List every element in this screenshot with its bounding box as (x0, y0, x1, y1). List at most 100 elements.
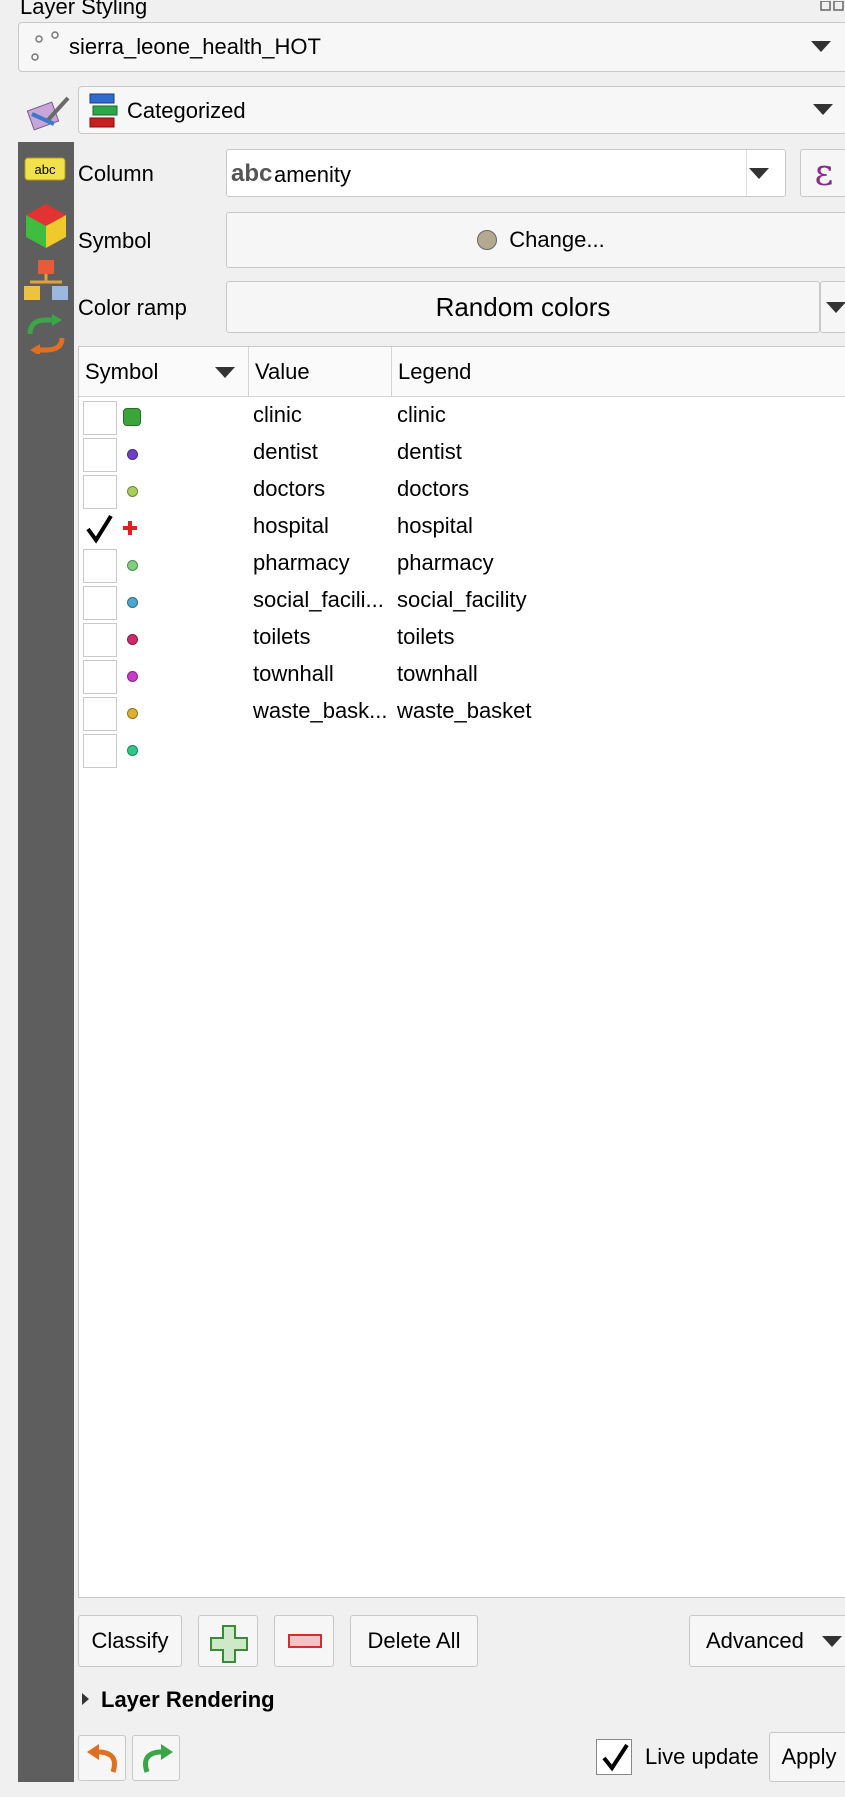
point-layer-icon (31, 31, 59, 61)
table-row[interactable]: hospital hospital (79, 510, 845, 547)
live-update-checkbox[interactable] (596, 1739, 632, 1775)
labels-tab-icon[interactable]: abc (24, 156, 68, 184)
category-value[interactable]: clinic (253, 402, 302, 428)
layer-rendering-group[interactable]: Layer Rendering (101, 1687, 275, 1713)
advanced-button[interactable]: Advanced (689, 1615, 845, 1667)
table-row[interactable]: social_facili... social_facility (79, 584, 845, 621)
chevron-down-icon[interactable] (749, 168, 769, 179)
header-symbol[interactable]: Symbol (79, 347, 249, 397)
undo-button[interactable] (78, 1735, 126, 1781)
apply-button[interactable]: Apply (769, 1732, 845, 1782)
style-sidebar: abc (18, 142, 74, 1782)
remove-category-button[interactable] (274, 1615, 334, 1667)
expand-triangle-icon[interactable] (82, 1693, 89, 1705)
category-legend[interactable]: doctors (397, 476, 469, 502)
3d-view-tab-icon[interactable] (24, 202, 68, 250)
symbol-change-label: Change... (509, 227, 605, 252)
chevron-down-icon[interactable] (813, 104, 833, 115)
category-legend[interactable]: hospital (397, 513, 473, 539)
table-row[interactable]: waste_bask... waste_basket (79, 695, 845, 732)
table-row[interactable]: toilets toilets (79, 621, 845, 658)
row-checkbox[interactable] (83, 475, 117, 509)
advanced-label: Advanced (706, 1628, 804, 1653)
symbol-dot-icon (127, 708, 138, 719)
float-close-icon[interactable] (819, 0, 845, 13)
classify-button[interactable]: Classify (78, 1615, 182, 1667)
category-value[interactable]: toilets (253, 624, 310, 650)
symbol-label: Symbol (78, 228, 152, 253)
table-row[interactable]: dentist dentist (79, 436, 845, 473)
category-value[interactable]: townhall (253, 661, 334, 687)
plus-icon (210, 1625, 248, 1663)
row-checkbox[interactable] (83, 623, 117, 657)
apply-label: Apply (781, 1744, 837, 1769)
row-checkbox[interactable] (83, 549, 117, 583)
row-checkbox[interactable] (83, 401, 117, 435)
column-select[interactable]: abc amenity (226, 149, 786, 197)
minus-icon (288, 1634, 322, 1648)
color-ramp-button[interactable]: Random colors (226, 281, 820, 333)
symbol-dot-icon (127, 634, 138, 645)
classify-label: Classify (91, 1628, 169, 1653)
live-update-label: Live update (645, 1744, 759, 1769)
symbol-preview-icon (477, 230, 498, 250)
symbol-dot-icon (127, 745, 138, 756)
row-checkbox[interactable] (83, 586, 117, 620)
category-value[interactable]: pharmacy (253, 550, 350, 576)
category-value[interactable]: hospital (253, 513, 329, 539)
dock-buttons[interactable] (819, 0, 845, 12)
history-tab-icon[interactable] (24, 314, 68, 354)
category-legend[interactable]: toilets (397, 624, 454, 650)
sort-indicator-icon (215, 367, 235, 378)
row-checkbox[interactable] (83, 512, 117, 546)
row-checkbox[interactable] (83, 734, 117, 768)
table-row[interactable]: clinic clinic (79, 399, 845, 436)
category-legend[interactable]: dentist (397, 439, 462, 465)
category-legend[interactable]: waste_basket (397, 698, 532, 724)
category-legend[interactable]: clinic (397, 402, 446, 428)
layer-select[interactable]: sierra_leone_health_HOT (18, 22, 845, 72)
category-legend[interactable]: townhall (397, 661, 478, 687)
panel-title: Layer Styling (20, 0, 148, 19)
categorized-renderer-icon (89, 93, 118, 128)
row-checkbox[interactable] (83, 697, 117, 731)
header-value[interactable]: Value (249, 347, 392, 397)
table-row[interactable]: pharmacy pharmacy (79, 547, 845, 584)
checkmark-icon (602, 1743, 629, 1772)
expression-button[interactable]: ε (800, 149, 845, 197)
column-select-value: amenity (274, 162, 352, 187)
color-ramp-dropdown[interactable] (820, 281, 845, 333)
table-row[interactable] (79, 732, 845, 769)
delete-all-label: Delete All (367, 1628, 461, 1653)
category-value[interactable]: waste_bask... (253, 698, 388, 724)
epsilon-icon: ε (814, 152, 834, 194)
delete-all-button[interactable]: Delete All (350, 1615, 478, 1667)
table-row[interactable]: doctors doctors (79, 473, 845, 510)
renderer-select-value: Categorized (127, 98, 246, 123)
category-legend[interactable]: pharmacy (397, 550, 494, 576)
symbol-change-button[interactable]: Change... (226, 212, 845, 268)
color-ramp-value: Random colors (435, 291, 611, 322)
add-category-button[interactable] (198, 1615, 258, 1667)
symbol-square-icon (123, 408, 141, 426)
row-checkbox[interactable] (83, 438, 117, 472)
category-legend[interactable]: social_facility (397, 587, 527, 613)
categories-table[interactable]: Symbol Value Legend clinic clinic dentist d… (78, 346, 845, 1598)
redo-button[interactable] (132, 1735, 180, 1781)
row-checkbox[interactable] (83, 660, 117, 694)
symbol-dot-icon (127, 449, 138, 460)
redo-icon (143, 1744, 173, 1773)
chevron-down-icon (826, 301, 845, 313)
diagrams-tab-icon[interactable] (22, 258, 70, 304)
renderer-select[interactable]: Categorized (78, 86, 845, 134)
category-value[interactable]: dentist (253, 439, 318, 465)
category-value[interactable]: doctors (253, 476, 325, 502)
header-legend[interactable]: Legend (392, 347, 845, 397)
color-ramp-label: Color ramp (78, 295, 187, 320)
symbol-dot-icon (127, 486, 138, 497)
symbol-dot-icon (127, 560, 138, 571)
category-value[interactable]: social_facili... (253, 587, 384, 613)
chevron-down-icon[interactable] (811, 41, 831, 52)
table-row[interactable]: townhall townhall (79, 658, 845, 695)
paintbrush-icon (26, 96, 70, 131)
